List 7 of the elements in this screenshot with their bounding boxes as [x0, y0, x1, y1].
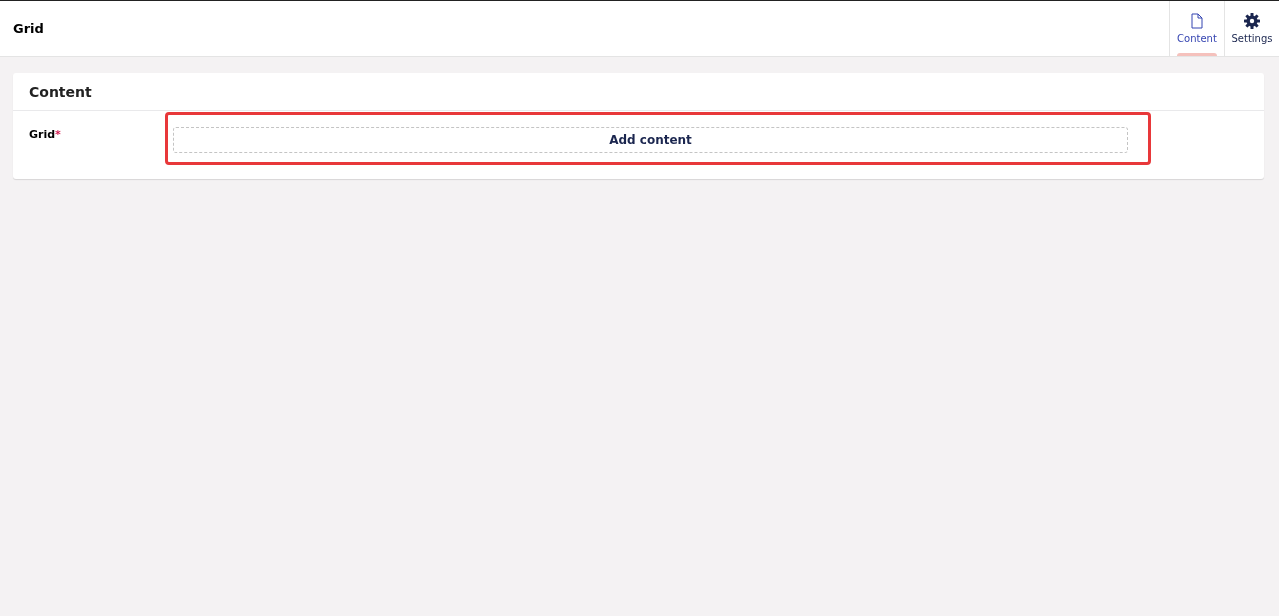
panel-title: Content	[29, 83, 92, 100]
add-content-button[interactable]: Add content	[173, 127, 1128, 153]
required-mark: *	[55, 128, 61, 141]
settings-icon	[1244, 13, 1260, 29]
document-icon	[1191, 13, 1203, 29]
page-title: Grid	[13, 21, 45, 36]
property-label: Grid	[29, 128, 56, 141]
